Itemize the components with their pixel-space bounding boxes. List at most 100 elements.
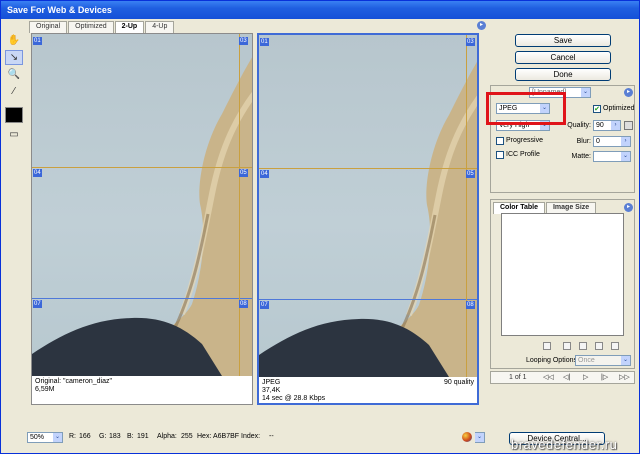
slice-line [259,168,477,169]
format-highlight-box [486,92,566,125]
lock-color-icon[interactable] [579,342,587,350]
quality-input[interactable]: 90 › [593,120,621,131]
color-table-panel: Color Table Image Size ▸ [490,199,635,369]
matte-label: Matte: [571,153,591,160]
browser-select[interactable]: ⌄ [475,432,485,443]
color-table-menu-icon[interactable]: ▸ [624,203,633,212]
optimized-download-time: 14 sec @ 28.8 Kbps [262,395,326,402]
slice-tag[interactable]: 03 [239,37,248,45]
browser-icon[interactable] [462,432,472,442]
looping-select: Once ⌄ [575,355,631,366]
slice-tag[interactable]: 08 [239,300,248,308]
optimized-preview-pane[interactable]: 01 03 04 05 07 08 JPEG 37,4K 14 sec @ 28… [257,33,479,405]
zoom-icon[interactable]: 🔍 [5,67,23,82]
hex-label: Hex: [197,433,212,440]
r-label: R: [69,433,76,440]
optimized-format: JPEG [262,379,281,386]
chevron-down-icon: ⌄ [621,356,630,365]
done-button[interactable]: Done [515,68,611,81]
first-frame-icon[interactable]: ◁◁ [543,373,554,383]
color-table-swatches[interactable] [501,213,624,336]
optimized-info: JPEG 37,4K 14 sec @ 28.8 Kbps 90 quality [262,379,474,403]
optimized-size: 37,4K [262,387,281,394]
original-info: Original: "cameron_diaz" 6,59M [35,378,249,394]
zoom-select[interactable]: 50% ⌄ [27,432,63,443]
save-button[interactable]: Save [515,34,611,47]
blur-value: 0 [596,138,600,145]
looping-value: Once [578,357,595,364]
matte-select[interactable]: ⌄ [593,151,631,162]
play-icon[interactable]: ▷ [583,373,588,383]
optimized-checkbox[interactable]: ✔ [593,105,601,113]
tab-2-up[interactable]: 2-Up [114,21,145,33]
slice-line [239,34,240,376]
eyedropper-icon[interactable]: ⁄ [5,84,23,99]
slice-tag[interactable]: 07 [260,301,269,309]
previous-frame-icon[interactable]: ◁| [563,373,570,383]
alpha-label: Alpha: [157,433,177,440]
slice-tag[interactable]: 03 [466,38,475,46]
original-filename: Original: "cameron_diaz" [35,378,112,385]
slice-tag[interactable]: 07 [33,300,42,308]
quality-mask-icon[interactable] [624,121,633,130]
cancel-button[interactable]: Cancel [515,51,611,64]
slice-line [466,35,467,377]
tab-optimized[interactable]: Optimized [68,21,114,33]
image-content [259,61,477,377]
tab-original[interactable]: Original [29,21,68,33]
view-tabs: Original Optimized 2-Up 4-Up [29,21,175,33]
preview-menu-icon[interactable]: ▸ [477,21,486,30]
hex-value: A6B7BF [213,433,240,440]
slice-line [259,299,477,300]
slice-tag[interactable]: 04 [260,170,269,178]
optimize-menu-icon[interactable]: ▸ [624,88,633,97]
looping-options: Looping Options: Once ⌄ [490,355,635,367]
browser-preview-icon[interactable]: ▭ [5,127,23,142]
blur-label: Blur: [576,138,591,145]
status-bar: 50% ⌄ R: 166 G: 183 B: 191 Alpha: 255 Hex… [27,431,485,445]
slice-tag[interactable]: 05 [466,170,475,178]
original-size: 6,59M [35,386,55,393]
optimized-label: Optimized [603,105,635,112]
last-frame-icon[interactable]: ▷▷ [619,373,630,383]
shift-web-palette-icon[interactable] [563,342,571,350]
chevron-down-icon: ⌄ [621,152,630,161]
icc-profile-checkbox[interactable] [496,151,504,159]
delete-color-icon[interactable] [611,342,619,350]
new-color-icon[interactable] [595,342,603,350]
chevron-right-icon[interactable]: › [621,137,630,146]
eyedropper-color-swatch[interactable] [5,107,23,123]
map-transparency-icon[interactable] [543,342,551,350]
b-label: B: [127,433,134,440]
b-value: 191 [137,433,149,440]
hand-icon[interactable]: ✋ [5,33,23,48]
tab-4-up[interactable]: 4-Up [145,21,175,33]
blur-input[interactable]: 0 › [593,136,631,147]
chevron-right-icon[interactable]: › [611,121,620,130]
g-value: 183 [109,433,121,440]
g-label: G: [99,433,107,440]
index-label: Index: [241,433,261,440]
index-value: -- [269,433,274,440]
slice-line [32,167,252,168]
progressive-label: Progressive [506,137,543,144]
progressive-checkbox[interactable] [496,137,504,145]
slice-select-icon[interactable]: ↘ [5,50,23,65]
watermark-text: bravedefender.ru [511,437,618,452]
icc-profile-label: ICC Profile [506,151,540,158]
image-content [32,57,252,376]
chevron-down-icon: ⌄ [581,88,590,97]
looping-label: Looping Options: [526,357,579,364]
slice-tag[interactable]: 08 [466,301,475,309]
slice-tag[interactable]: 01 [260,38,269,46]
slice-line [32,298,252,299]
slice-tag[interactable]: 05 [239,169,248,177]
next-frame-icon[interactable]: |▷ [601,373,608,383]
chevron-down-icon: ⌄ [475,433,484,442]
dialog-title: Save For Web & Devices [1,1,639,19]
slice-tag[interactable]: 04 [33,169,42,177]
slice-tag[interactable]: 01 [33,37,42,45]
original-image: 01 03 04 05 07 08 [32,34,252,376]
save-for-web-dialog: Save For Web & Devices Original Optimize… [0,0,640,454]
original-preview-pane: 01 03 04 05 07 08 Original: "cameron_dia… [31,33,253,405]
